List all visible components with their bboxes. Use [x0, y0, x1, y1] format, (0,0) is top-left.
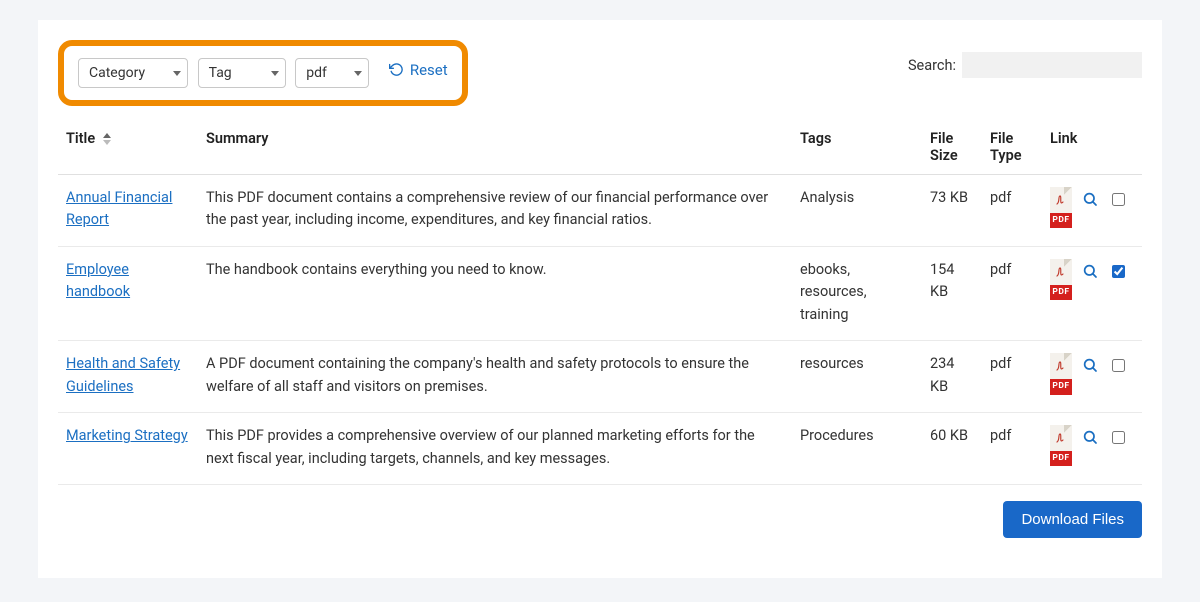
document-title-link[interactable]: Marketing Strategy	[66, 427, 188, 444]
filetype-select-value: pdf	[306, 65, 327, 81]
document-type: pdf	[982, 246, 1042, 340]
pdf-file-icon[interactable]: PDF	[1050, 353, 1072, 394]
chevron-down-icon	[173, 71, 181, 76]
filetype-select[interactable]: pdf	[295, 58, 369, 88]
chevron-down-icon	[354, 71, 362, 76]
filter-highlight-box: Category Tag pdf Reset	[58, 40, 468, 106]
column-header-title[interactable]: Title	[58, 120, 198, 175]
table-row: Employee handbook The handbook contains e…	[58, 246, 1142, 340]
document-title-link[interactable]: Annual Financial Report	[66, 189, 172, 228]
pdf-file-icon[interactable]: PDF	[1050, 259, 1072, 300]
column-header-tags[interactable]: Tags	[792, 120, 922, 175]
document-tags: Analysis	[792, 175, 922, 247]
document-type: pdf	[982, 175, 1042, 247]
search-label: Search:	[908, 57, 956, 74]
column-header-summary[interactable]: Summary	[198, 120, 792, 175]
document-type: pdf	[982, 413, 1042, 485]
document-summary: This PDF document contains a comprehensi…	[198, 175, 792, 247]
document-size: 60 KB	[922, 413, 982, 485]
table-row: Health and Safety Guidelines A PDF docume…	[58, 341, 1142, 413]
column-header-file-type[interactable]: File Type	[982, 120, 1042, 175]
document-size: 154 KB	[922, 246, 982, 340]
tag-select[interactable]: Tag	[198, 58, 286, 88]
document-table-panel: Category Tag pdf Reset Search:	[38, 20, 1162, 578]
document-summary: A PDF document containing the company's …	[198, 341, 792, 413]
column-header-file-size[interactable]: File Size	[922, 120, 982, 175]
sort-indicator-icon	[103, 133, 111, 145]
document-title-link[interactable]: Health and Safety Guidelines	[66, 355, 180, 394]
document-tags: resources	[792, 341, 922, 413]
pdf-file-icon[interactable]: PDF	[1050, 187, 1072, 228]
document-size: 73 KB	[922, 175, 982, 247]
filters-row: Category Tag pdf Reset Search:	[58, 40, 1142, 116]
chevron-down-icon	[271, 71, 279, 76]
document-title-link[interactable]: Employee handbook	[66, 261, 130, 300]
document-tags: Procedures	[792, 413, 922, 485]
select-row-checkbox[interactable]	[1112, 265, 1125, 278]
document-tags: ebooks, resources, training	[792, 246, 922, 340]
download-files-button[interactable]: Download Files	[1003, 501, 1142, 538]
select-row-checkbox[interactable]	[1112, 359, 1125, 372]
preview-icon[interactable]	[1082, 357, 1098, 380]
document-summary: The handbook contains everything you nee…	[198, 246, 792, 340]
document-summary: This PDF provides a comprehensive overvi…	[198, 413, 792, 485]
tag-select-label: Tag	[209, 65, 232, 81]
preview-icon[interactable]	[1082, 191, 1098, 214]
column-header-link[interactable]: Link	[1042, 120, 1142, 175]
search-wrap: Search:	[908, 52, 1142, 78]
table-row: Marketing Strategy This PDF provides a co…	[58, 413, 1142, 485]
preview-icon[interactable]	[1082, 263, 1098, 286]
category-select[interactable]: Category	[78, 58, 188, 88]
reset-button[interactable]: Reset	[389, 61, 448, 79]
select-row-checkbox[interactable]	[1112, 431, 1125, 444]
category-select-label: Category	[89, 65, 145, 81]
document-size: 234 KB	[922, 341, 982, 413]
table-row: Annual Financial Report This PDF document…	[58, 175, 1142, 247]
preview-icon[interactable]	[1082, 429, 1098, 452]
search-input[interactable]	[962, 52, 1142, 78]
document-type: pdf	[982, 341, 1042, 413]
undo-icon	[389, 62, 404, 77]
pdf-file-icon[interactable]: PDF	[1050, 425, 1072, 466]
select-row-checkbox[interactable]	[1112, 193, 1125, 206]
documents-table: Title Summary Tags File Size File Type L…	[58, 120, 1142, 485]
reset-label: Reset	[410, 61, 448, 79]
